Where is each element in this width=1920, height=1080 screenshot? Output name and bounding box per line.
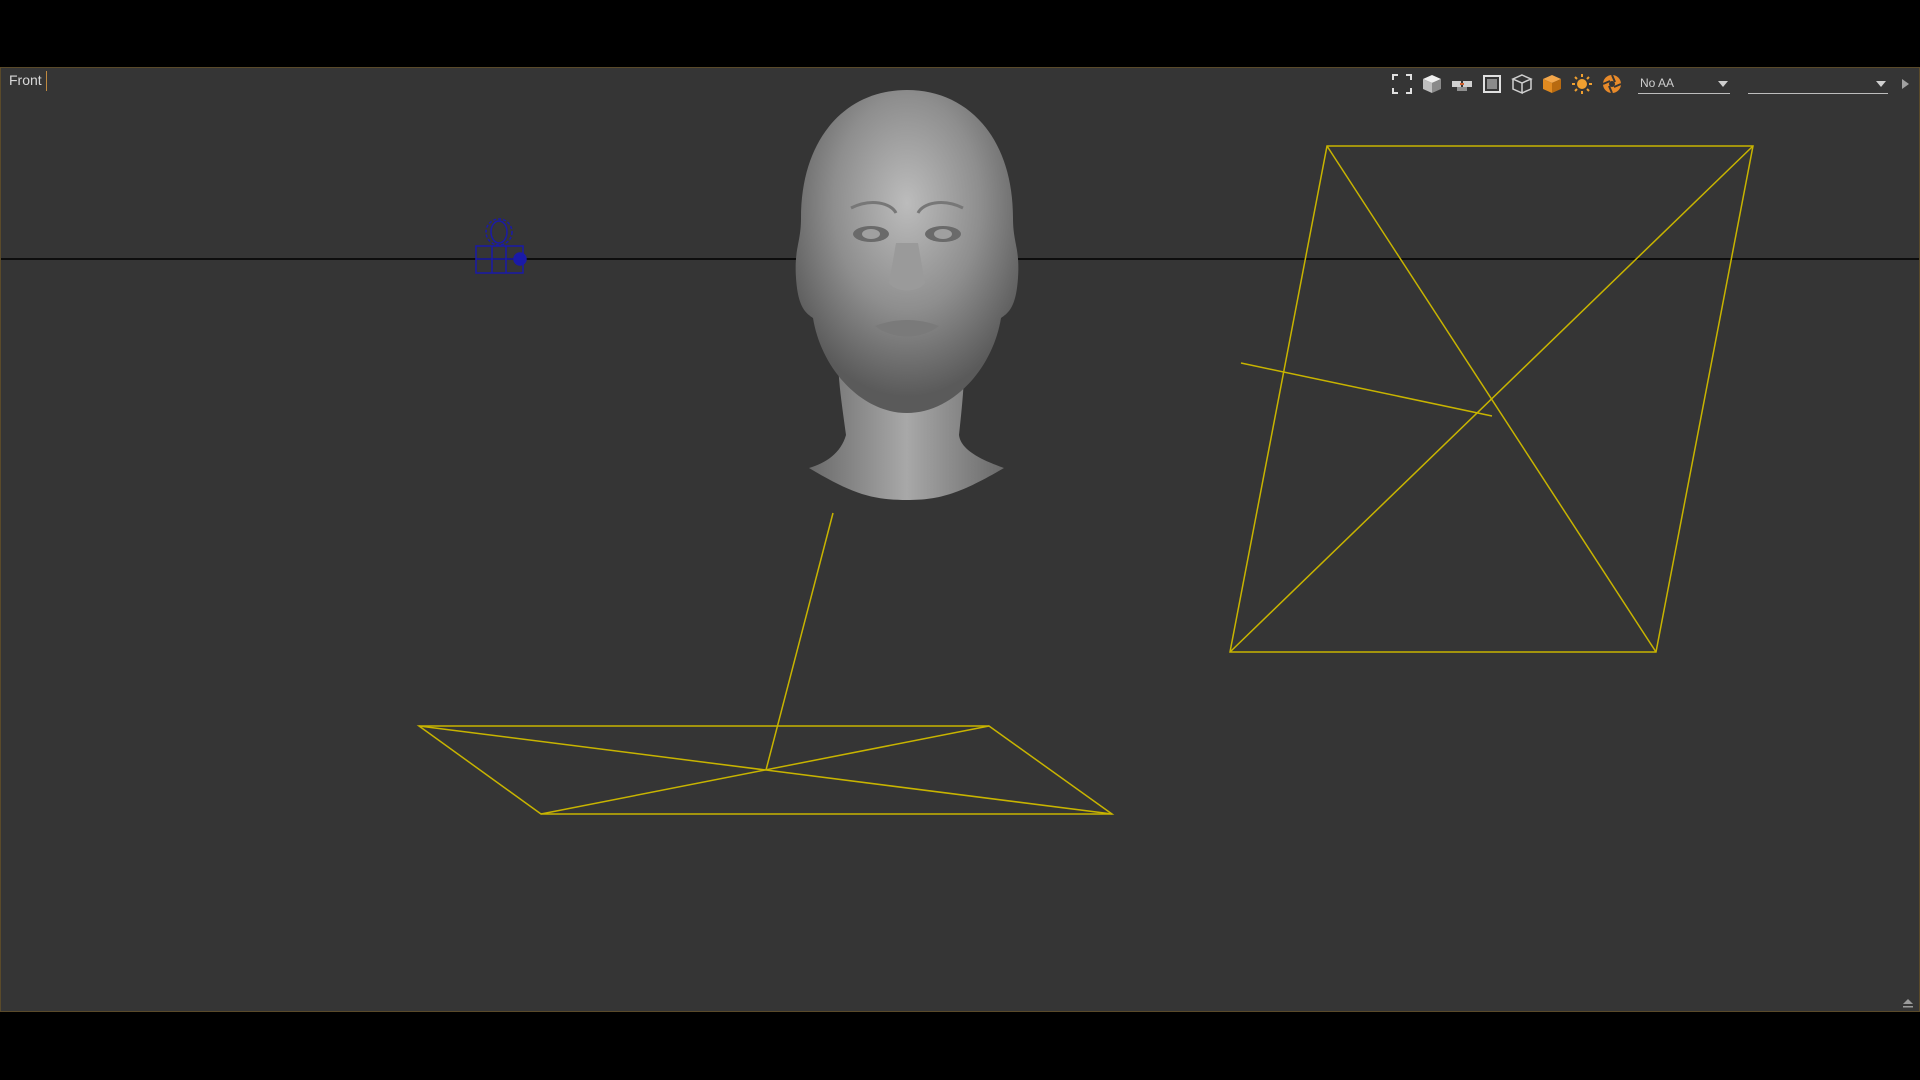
viewport-toolbar: No AA (1390, 72, 1909, 96)
frame-icon[interactable] (1480, 72, 1504, 96)
head-model[interactable] (795, 90, 1019, 500)
wire-cube-icon[interactable] (1510, 72, 1534, 96)
antialias-value: No AA (1640, 76, 1675, 90)
camera-dropdown[interactable] (1748, 74, 1888, 94)
aperture-icon[interactable] (1600, 72, 1624, 96)
scene-canvas[interactable] (1, 68, 1919, 1011)
fullscreen-icon[interactable] (1390, 72, 1414, 96)
floor-plane-wireframe[interactable] (416, 512, 1115, 815)
3d-viewport[interactable]: Front No AA (0, 67, 1920, 1012)
camera-wireframe[interactable] (1229, 145, 1754, 653)
view-pair-icon[interactable] (1450, 72, 1474, 96)
render-cube-icon[interactable] (1540, 72, 1564, 96)
chevron-down-icon (1718, 81, 1728, 87)
shaded-cube-icon[interactable] (1420, 72, 1444, 96)
antialias-dropdown[interactable]: No AA (1638, 74, 1730, 94)
expand-toolbar-arrow-icon[interactable] (1902, 79, 1909, 89)
sun-light-icon[interactable] (1570, 72, 1594, 96)
resize-grip-icon[interactable] (1901, 998, 1915, 1008)
chevron-down-icon (1876, 81, 1886, 87)
light-node-gizmo[interactable] (475, 218, 527, 274)
view-name-label[interactable]: Front (9, 71, 47, 91)
